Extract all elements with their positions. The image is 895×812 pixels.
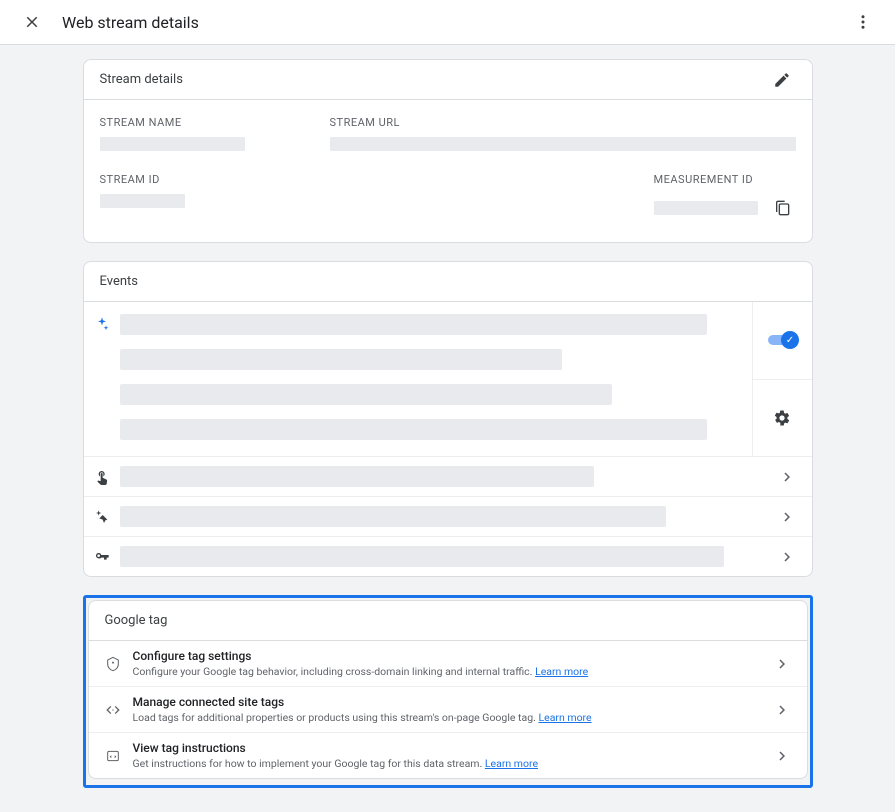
tag-row-desc: Load tags for additional properties or p… xyxy=(133,711,773,724)
page-title: Web stream details xyxy=(62,13,199,32)
google-tag-title: Google tag xyxy=(105,613,168,628)
chevron-right-icon xyxy=(773,701,791,719)
measurement-protocol-bar xyxy=(120,546,725,567)
stream-name-field: STREAM NAME xyxy=(100,116,330,151)
sparkle-icon xyxy=(94,316,110,332)
modify-events-bar xyxy=(120,466,595,487)
key-icon xyxy=(93,549,111,565)
learn-more-link[interactable]: Learn more xyxy=(538,711,591,724)
stream-url-label: STREAM URL xyxy=(330,116,796,129)
stream-id-field: STREAM ID xyxy=(100,173,330,222)
create-events-bar xyxy=(120,506,666,527)
more-vertical-icon xyxy=(854,13,872,31)
measurement-id-value xyxy=(654,201,758,215)
enhanced-measurement-toggle[interactable]: ✓ xyxy=(768,331,796,349)
chevron-right-icon xyxy=(778,508,796,526)
stream-name-label: STREAM NAME xyxy=(100,116,330,129)
copy-icon xyxy=(774,200,790,216)
more-button[interactable] xyxy=(849,8,877,36)
events-card: Events ✓ xyxy=(83,261,813,577)
stream-url-value xyxy=(330,137,796,151)
measurement-id-label: MEASUREMENT ID xyxy=(654,173,796,186)
cursor-sparkle-icon xyxy=(94,509,110,525)
tag-row-title: Configure tag settings xyxy=(133,649,773,663)
main-container: Stream details STREAM NAME STREAM URL ST… xyxy=(83,59,813,812)
enhanced-measurement-settings-button[interactable] xyxy=(768,404,796,432)
chevron-right-icon xyxy=(773,655,791,673)
stream-url-field: STREAM URL xyxy=(330,116,796,151)
tag-row-title: Manage connected site tags xyxy=(133,695,773,709)
stream-name-value xyxy=(100,137,245,151)
gear-icon xyxy=(773,409,791,427)
close-icon xyxy=(23,13,41,31)
events-title: Events xyxy=(100,274,138,289)
pencil-icon xyxy=(773,71,791,89)
enhanced-measurement-row: ✓ xyxy=(84,302,812,456)
chevron-right-icon xyxy=(778,548,796,566)
top-bar-left: Web stream details xyxy=(18,8,199,36)
learn-more-link[interactable]: Learn more xyxy=(485,757,538,770)
create-events-row[interactable] xyxy=(84,496,812,536)
tag-row-desc: Get instructions for how to implement yo… xyxy=(133,757,773,770)
tag-icon xyxy=(105,656,121,672)
event-line-3 xyxy=(120,384,613,405)
measurement-id-field: MEASUREMENT ID xyxy=(654,173,796,222)
modify-events-row[interactable] xyxy=(84,456,812,496)
chevron-right-icon xyxy=(778,468,796,486)
tag-row-desc: Configure your Google tag behavior, incl… xyxy=(133,665,773,678)
events-header: Events xyxy=(84,262,812,302)
configure-tag-settings-row[interactable]: Configure tag settings Configure your Go… xyxy=(89,641,807,687)
stream-id-label: STREAM ID xyxy=(100,173,330,186)
event-line-4 xyxy=(120,419,708,440)
top-bar: Web stream details xyxy=(0,0,895,45)
touch-icon xyxy=(94,469,110,485)
google-tag-card: Google tag Configure tag settings Config… xyxy=(88,600,808,779)
copy-measurement-id-button[interactable] xyxy=(768,194,796,222)
tag-row-title: View tag instructions xyxy=(133,741,773,755)
measurement-protocol-row[interactable] xyxy=(84,536,812,576)
manage-connected-tags-row[interactable]: Manage connected site tags Load tags for… xyxy=(89,687,807,733)
stream-details-card: Stream details STREAM NAME STREAM URL ST… xyxy=(83,59,813,243)
event-line-1 xyxy=(120,314,708,335)
code-icon xyxy=(105,702,121,718)
stream-details-title: Stream details xyxy=(100,72,183,87)
close-button[interactable] xyxy=(18,8,46,36)
event-line-2 xyxy=(120,349,562,370)
stream-details-header: Stream details xyxy=(84,60,812,100)
google-tag-header: Google tag xyxy=(89,601,807,641)
google-tag-highlight: Google tag Configure tag settings Config… xyxy=(83,595,813,788)
edit-stream-button[interactable] xyxy=(768,66,796,94)
learn-more-link[interactable]: Learn more xyxy=(535,665,588,678)
stream-id-value xyxy=(100,194,185,208)
check-icon: ✓ xyxy=(786,335,794,346)
